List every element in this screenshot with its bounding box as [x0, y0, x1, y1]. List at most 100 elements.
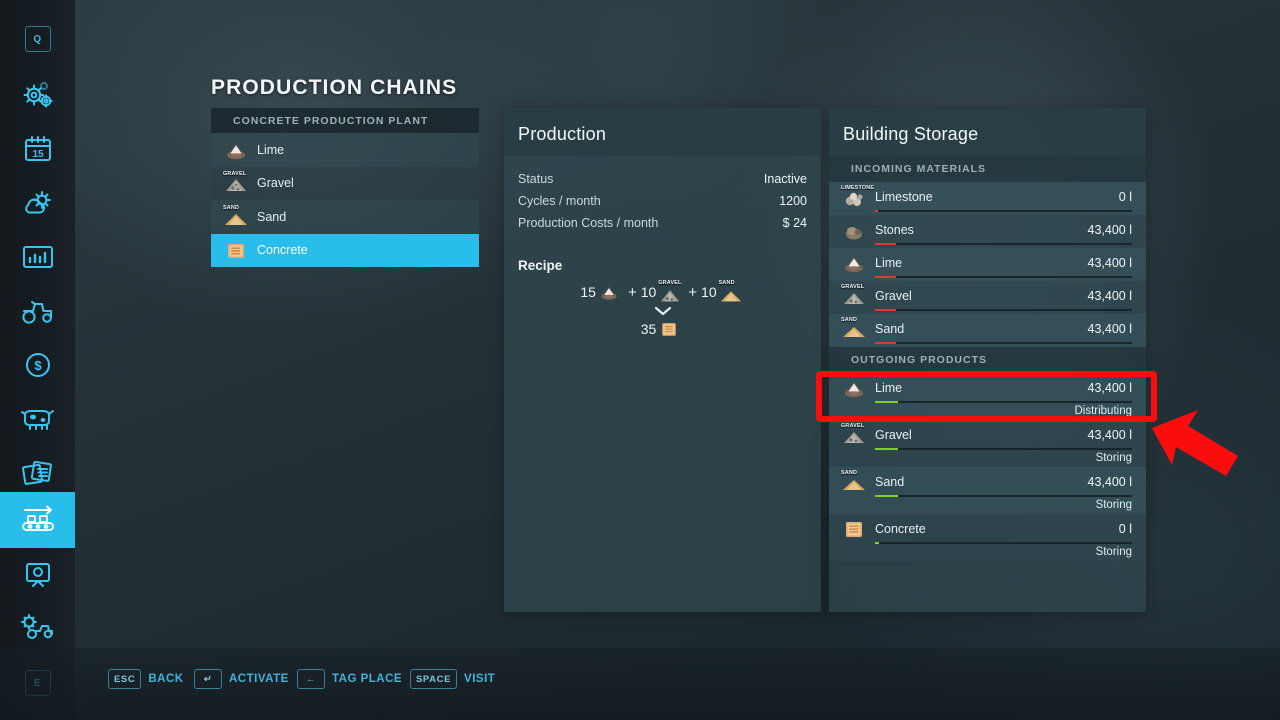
sidebar-item-construction[interactable] — [0, 600, 75, 654]
gravel-icon: GRAVEL — [658, 280, 684, 303]
gravel-icon: GRAVEL — [223, 171, 249, 194]
sidebar-item-vehicles[interactable] — [0, 284, 75, 338]
limestone-icon-tag: LIMESTONE — [841, 185, 875, 191]
recipe-input-2-amount: 10 — [701, 284, 717, 300]
help-activate-label: ACTIVATE — [229, 673, 289, 685]
stat-costs-value: $ 24 — [782, 216, 807, 230]
sidebar-item-animals[interactable] — [0, 392, 75, 446]
limestone-icon: LIMESTONE — [841, 185, 874, 208]
storage-row-limestone[interactable]: LIMESTONE Limestone 0 l — [829, 182, 1146, 215]
bar-chart-icon — [22, 246, 53, 268]
storage-row-bar — [875, 210, 1132, 212]
list-item-label: Concrete — [257, 243, 308, 258]
sidebar-item-weather[interactable] — [0, 176, 75, 230]
storage-row-name: Sand — [875, 475, 905, 489]
bottom-help-bar: ESC BACK ↵ ACTIVATE ← TAG PLACE SPACE VI… — [0, 648, 1280, 720]
outgoing-products-label: OUTGOING PRODUCTS — [829, 347, 1146, 373]
esc-key-icon: ESC — [108, 669, 142, 689]
gravel-icon-tag: GRAVEL — [658, 280, 682, 286]
stat-costs-label: Production Costs / month — [518, 216, 659, 230]
storage-row-name: Gravel — [875, 428, 912, 442]
sand-icon-tag: SAND — [718, 280, 735, 286]
help-tag-place[interactable]: ← TAG PLACE — [297, 669, 402, 689]
recipe-output: 35 — [504, 319, 821, 339]
production-list-panel: CONCRETE PRODUCTION PLANT Lime GRAVEL Gr… — [211, 108, 479, 267]
sidebar-item-production-chains[interactable] — [0, 492, 75, 548]
recipe-inputs: 15 + 10 GRAVEL + 10 SAND — [504, 280, 821, 303]
helper-screen-icon — [25, 563, 50, 587]
recipe-input-0-amount: 15 — [580, 284, 596, 300]
storage-row-out-sand[interactable]: SAND Sand 43,400 l Storing — [829, 467, 1146, 514]
storage-row-amount: 43,400 l — [1087, 475, 1132, 489]
sidebar-item-finances[interactable]: $ — [0, 338, 75, 392]
production-panel-title: Production — [518, 124, 607, 144]
left-sidebar: Q 15 $ — [0, 0, 75, 720]
stat-status-value: Inactive — [763, 172, 807, 186]
stat-cycles-label: Cycles / month — [518, 194, 601, 208]
storage-panel-header: Building Storage — [829, 108, 1146, 156]
stat-status: Status Inactive — [504, 168, 821, 190]
storage-row-state: Storing — [1095, 546, 1132, 558]
list-item-concrete[interactable]: Concrete — [211, 233, 479, 267]
storage-row-stones[interactable]: Stones 43,400 l — [829, 215, 1146, 248]
sand-icon: SAND — [718, 280, 745, 303]
storage-row-amount: 0 l — [1118, 522, 1132, 536]
help-visit-label: VISIT — [464, 673, 496, 685]
sand-icon-tag: SAND — [223, 204, 240, 211]
storage-row-amount: 43,400 l — [1087, 381, 1132, 395]
recipe-input-1-amount: 10 — [640, 284, 657, 300]
list-item-sand[interactable]: SAND Sand — [211, 200, 479, 234]
production-list-header: CONCRETE PRODUCTION PLANT — [211, 108, 479, 133]
storage-row-amount: 43,400 l — [1087, 289, 1132, 303]
dollar-circle-icon: $ — [25, 353, 50, 377]
conveyor-belt-icon — [21, 505, 54, 531]
sand-icon-tag: SAND — [841, 470, 858, 476]
concrete-icon — [658, 319, 684, 339]
recipe-plus-2: + — [688, 283, 698, 301]
recipe-output-amount: 35 — [640, 321, 657, 337]
recipe-label: Recipe — [518, 258, 563, 273]
help-visit[interactable]: SPACE VISIT — [410, 669, 495, 689]
storage-row-bar — [875, 309, 1132, 311]
production-panel: Production Status Inactive Cycles / mont… — [504, 108, 821, 612]
storage-row-lime[interactable]: Lime 43,400 l — [829, 248, 1146, 281]
calendar-15-icon: 15 — [24, 136, 51, 161]
lime-icon — [598, 282, 624, 302]
sand-icon: SAND — [841, 317, 867, 340]
list-item-gravel[interactable]: GRAVEL Gravel — [211, 166, 479, 200]
sidebar-item-settings[interactable] — [0, 68, 75, 122]
svg-text:15: 15 — [32, 149, 44, 160]
storage-row-amount: 43,400 l — [1087, 223, 1132, 237]
gravel-icon: GRAVEL — [841, 284, 867, 307]
storage-row-out-lime[interactable]: Lime 43,400 l Distributing — [829, 373, 1146, 420]
space-key-icon: SPACE — [410, 669, 458, 689]
help-tag-place-label: TAG PLACE — [332, 673, 403, 685]
gears-icon — [23, 82, 53, 108]
sidebar-item-calendar[interactable]: 15 — [0, 122, 75, 176]
list-item-label: Sand — [257, 209, 287, 224]
sidebar-item-statistics[interactable] — [0, 230, 75, 284]
storage-row-state: Storing — [1095, 452, 1132, 464]
storage-panel-title: Building Storage — [843, 124, 979, 144]
lime-icon — [223, 139, 249, 161]
sand-icon: SAND — [223, 204, 249, 228]
storage-row-out-concrete[interactable]: Concrete 0 l Storing — [829, 514, 1146, 561]
storage-row-bar — [875, 243, 1132, 245]
storage-row-out-gravel[interactable]: GRAVEL Gravel 43,400 l Storing — [829, 420, 1146, 467]
sidebar-item-ai-workers[interactable] — [0, 548, 75, 602]
help-back[interactable]: ESC BACK — [108, 669, 184, 689]
lime-icon — [841, 252, 867, 274]
sidebar-item-quick-menu[interactable]: Q — [0, 12, 75, 66]
storage-row-gravel[interactable]: GRAVEL Gravel 43,400 l — [829, 281, 1146, 314]
storage-row-amount: 43,400 l — [1087, 322, 1132, 336]
storage-row-sand[interactable]: SAND Sand 43,400 l — [829, 314, 1146, 347]
documents-icon — [21, 460, 52, 485]
storage-row-bar — [875, 401, 1132, 403]
incoming-materials-label: INCOMING MATERIALS — [829, 156, 1146, 182]
page-title: PRODUCTION CHAINS — [211, 76, 458, 99]
list-item-lime[interactable]: Lime — [211, 133, 479, 167]
cow-icon — [20, 410, 54, 430]
help-activate[interactable]: ↵ ACTIVATE — [194, 669, 289, 689]
concrete-icon — [841, 518, 867, 540]
recipe-arrow — [504, 305, 821, 317]
